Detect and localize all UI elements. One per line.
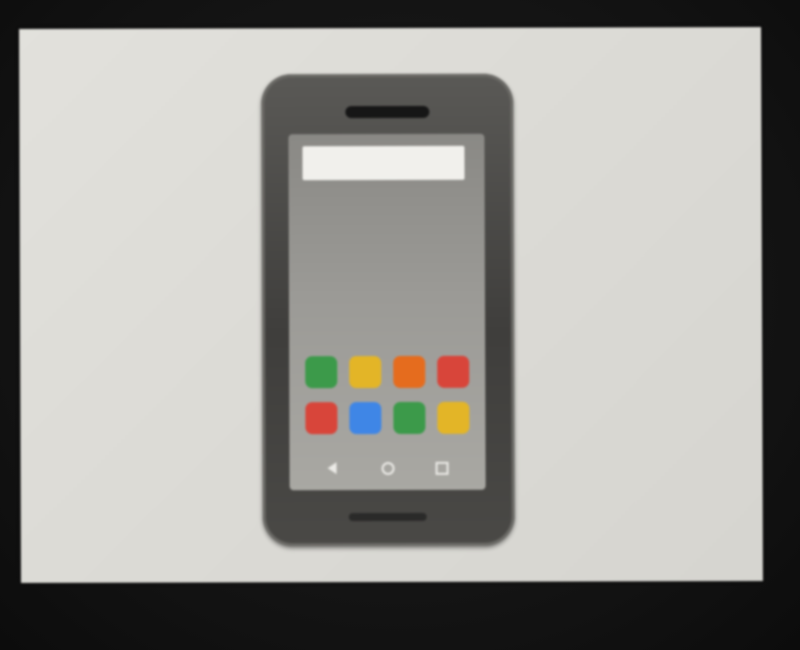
orange-app-icon[interactable] bbox=[393, 355, 426, 388]
yellow-app-icon[interactable] bbox=[437, 401, 470, 434]
red-app-icon[interactable] bbox=[437, 355, 470, 388]
red-app-icon[interactable] bbox=[305, 402, 338, 435]
app-grid bbox=[305, 355, 470, 435]
blue-app-icon[interactable] bbox=[349, 402, 382, 435]
back-button[interactable] bbox=[324, 460, 340, 476]
green-app-icon[interactable] bbox=[393, 401, 426, 434]
yellow-app-icon[interactable] bbox=[349, 356, 382, 389]
display-area bbox=[19, 27, 763, 583]
hardware-home-bar bbox=[348, 512, 427, 522]
recents-button[interactable] bbox=[434, 460, 450, 476]
phone-screen bbox=[288, 133, 486, 491]
back-icon bbox=[327, 462, 337, 475]
recents-icon bbox=[435, 461, 449, 475]
earpiece-speaker bbox=[345, 105, 430, 119]
phone-device bbox=[261, 73, 515, 547]
green-app-icon[interactable] bbox=[305, 356, 338, 389]
search-input[interactable] bbox=[302, 145, 465, 181]
navigation-bar bbox=[290, 456, 486, 481]
monitor-frame bbox=[0, 0, 800, 650]
home-icon bbox=[381, 461, 395, 475]
home-button[interactable] bbox=[380, 460, 396, 476]
